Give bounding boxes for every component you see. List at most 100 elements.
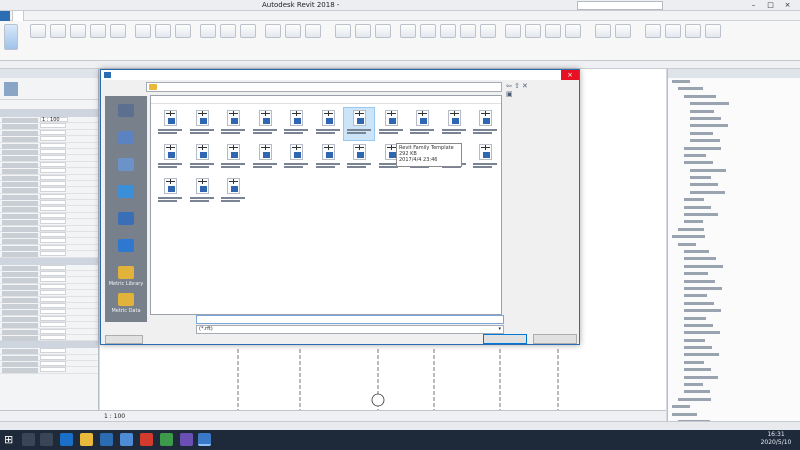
family-template-file[interactable] (250, 108, 280, 140)
minimize-icon[interactable]: – (745, 0, 762, 11)
tab-analyze[interactable] (75, 11, 85, 21)
family-template-file[interactable] (218, 142, 248, 174)
browser-node[interactable] (668, 255, 800, 262)
browser-node[interactable] (668, 366, 800, 373)
browser-node[interactable] (668, 344, 800, 351)
family-template-file[interactable] (470, 142, 500, 174)
browser-node[interactable] (668, 174, 800, 181)
browser-node[interactable] (668, 181, 800, 188)
place-item[interactable] (105, 212, 147, 233)
by-face-button[interactable] (505, 24, 521, 38)
tools-button[interactable] (105, 335, 143, 344)
tab-structure[interactable] (26, 11, 36, 21)
browser-node[interactable] (668, 152, 800, 159)
browser-node[interactable] (668, 270, 800, 277)
browser-node[interactable] (668, 403, 800, 410)
delete-icon[interactable]: ✕ (522, 82, 529, 90)
model-group-button[interactable] (375, 24, 391, 38)
tag-room-button[interactable] (440, 24, 456, 38)
filename-input[interactable] (196, 315, 504, 324)
place-item[interactable] (105, 239, 147, 260)
browser-node[interactable] (668, 285, 800, 292)
tab-addins[interactable] (137, 11, 147, 21)
close-icon[interactable]: × (779, 0, 796, 11)
up-folder-icon[interactable]: ⇧ (514, 82, 521, 90)
door-button[interactable] (50, 24, 66, 38)
tab-insert[interactable] (51, 11, 61, 21)
maximize-icon[interactable]: □ (762, 0, 779, 11)
instance-filter[interactable] (0, 100, 98, 110)
tab-collaborate[interactable] (100, 11, 110, 21)
stair-button[interactable] (305, 24, 321, 38)
browser-node[interactable] (668, 241, 800, 248)
browser-node[interactable] (668, 226, 800, 233)
browser-node[interactable] (668, 388, 800, 395)
browser-node[interactable] (668, 204, 800, 211)
tab-modify[interactable] (149, 11, 159, 21)
browser-node[interactable] (668, 159, 800, 166)
modify-button[interactable] (4, 24, 18, 50)
family-template-file[interactable] (470, 108, 500, 140)
component-button[interactable] (90, 24, 106, 38)
place-item[interactable] (105, 104, 147, 125)
browser-node[interactable] (668, 211, 800, 218)
cancel-button[interactable] (533, 334, 577, 344)
browser-node[interactable] (668, 167, 800, 174)
family-template-file[interactable] (155, 108, 185, 140)
family-template-file[interactable] (281, 142, 311, 174)
new-folder-icon[interactable]: ▣ (506, 90, 513, 98)
grid-button[interactable] (615, 24, 631, 38)
view-scale-value[interactable]: 1 : 100 (40, 117, 68, 123)
browser-node[interactable] (668, 122, 800, 129)
type-selector[interactable] (0, 78, 98, 100)
browser-node[interactable] (668, 278, 800, 285)
shaft-button[interactable] (525, 24, 541, 38)
tab-architecture[interactable] (12, 11, 25, 21)
browser-node[interactable] (668, 233, 800, 240)
browser-node[interactable] (668, 108, 800, 115)
browser-node[interactable] (668, 315, 800, 322)
family-template-file[interactable] (313, 142, 343, 174)
tab-annotate[interactable] (63, 11, 73, 21)
back-icon[interactable]: ⇦ (506, 82, 513, 90)
browser-node[interactable] (668, 100, 800, 107)
browser-node[interactable] (668, 300, 800, 307)
tab-file[interactable] (0, 11, 10, 21)
open-button[interactable] (483, 334, 527, 344)
browser-node[interactable] (668, 137, 800, 144)
family-template-file[interactable] (155, 142, 185, 174)
curtain-system-button[interactable] (200, 24, 216, 38)
browser-node[interactable] (668, 189, 800, 196)
family-template-file[interactable] (187, 176, 217, 208)
room-button[interactable] (400, 24, 416, 38)
browser-node[interactable] (668, 93, 800, 100)
browser-node[interactable] (668, 396, 800, 403)
mullion-button[interactable] (240, 24, 256, 38)
ref-plane-button[interactable] (685, 24, 701, 38)
family-template-file[interactable] (343, 107, 375, 141)
tab-manage[interactable] (124, 11, 134, 21)
browser-node[interactable] (668, 411, 800, 418)
system-clock[interactable]: 16:31 2020/5/10 (752, 431, 800, 449)
family-template-file[interactable] (218, 176, 248, 208)
tab-view[interactable] (112, 11, 122, 21)
family-template-file[interactable] (313, 108, 343, 140)
vertical-opening-button[interactable] (565, 24, 581, 38)
family-template-file[interactable] (376, 108, 406, 140)
place-item[interactable]: Metric Library (105, 266, 147, 287)
place-item[interactable]: Metric Data (105, 293, 147, 314)
property-row[interactable] (0, 251, 98, 258)
tab-systems[interactable] (39, 11, 49, 21)
browser-node[interactable] (668, 307, 800, 314)
browser-node[interactable] (668, 359, 800, 366)
room-separator-button[interactable] (420, 24, 436, 38)
browser-node[interactable] (668, 322, 800, 329)
browser-node[interactable] (668, 329, 800, 336)
browser-node[interactable] (668, 78, 800, 85)
browser-node[interactable] (668, 115, 800, 122)
viewer-button[interactable] (705, 24, 721, 38)
browser-node[interactable] (668, 218, 800, 225)
property-row[interactable] (0, 367, 98, 374)
roof-button[interactable] (135, 24, 151, 38)
wall-button[interactable] (30, 24, 46, 38)
